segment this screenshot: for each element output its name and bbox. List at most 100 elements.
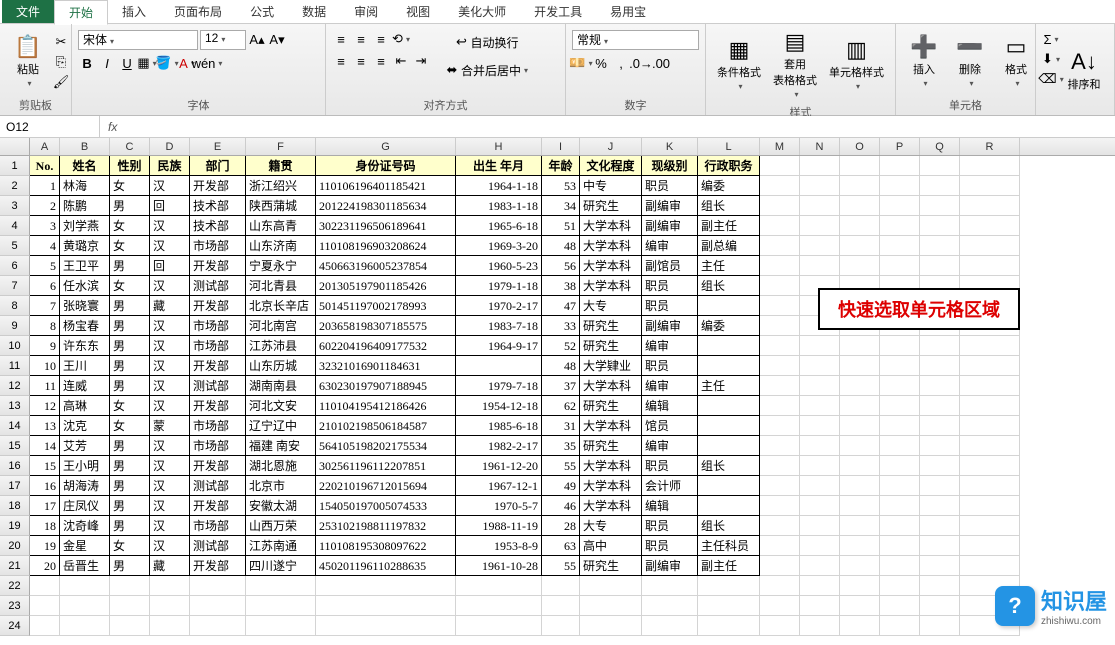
data-cell[interactable] (840, 476, 880, 496)
data-cell[interactable] (880, 456, 920, 476)
data-cell[interactable]: 四川遂宁 (246, 556, 316, 576)
data-cell[interactable] (698, 576, 760, 596)
data-cell[interactable] (920, 376, 960, 396)
data-cell[interactable]: 张晓寰 (60, 296, 110, 316)
data-cell[interactable] (800, 476, 840, 496)
merge-center-button[interactable]: ⬌合并后居中 (438, 58, 533, 82)
data-cell[interactable]: 江苏沛县 (246, 336, 316, 356)
data-cell[interactable]: 藏 (150, 556, 190, 576)
data-cell[interactable] (800, 516, 840, 536)
data-cell[interactable]: 副主任 (698, 556, 760, 576)
data-cell[interactable] (456, 356, 542, 376)
data-cell[interactable]: 测试部 (190, 476, 246, 496)
data-cell[interactable]: 主任 (698, 376, 760, 396)
data-cell[interactable] (698, 396, 760, 416)
row-header[interactable]: 10 (0, 336, 30, 356)
data-cell[interactable]: 连威 (60, 376, 110, 396)
data-cell[interactable]: 男 (110, 356, 150, 376)
data-cell[interactable]: 山东高青 (246, 216, 316, 236)
data-cell[interactable]: 男 (110, 296, 150, 316)
data-cell[interactable]: 1982-2-17 (456, 436, 542, 456)
data-cell[interactable] (920, 236, 960, 256)
name-box[interactable]: O12 (0, 116, 100, 137)
data-cell[interactable] (840, 596, 880, 616)
data-cell[interactable]: 6 (30, 276, 60, 296)
data-cell[interactable]: 编辑 (642, 496, 698, 516)
data-cell[interactable] (920, 456, 960, 476)
data-cell[interactable]: 王小明 (60, 456, 110, 476)
data-cell[interactable]: 编审 (642, 376, 698, 396)
data-cell[interactable] (110, 616, 150, 636)
align-top-button[interactable]: ≡ (332, 30, 350, 48)
row-header[interactable]: 9 (0, 316, 30, 336)
data-cell[interactable]: 2 (30, 196, 60, 216)
header-cell[interactable]: No. (30, 156, 60, 176)
data-cell[interactable]: 203658198307185575 (316, 316, 456, 336)
data-cell[interactable]: 汉 (150, 536, 190, 556)
format-painter-button[interactable]: 🖌 (52, 73, 70, 91)
cut-button[interactable]: ✂ (52, 33, 70, 51)
data-cell[interactable]: 北京市 (246, 476, 316, 496)
data-cell[interactable]: 金星 (60, 536, 110, 556)
data-cell[interactable]: 1953-8-9 (456, 536, 542, 556)
data-cell[interactable]: 副总编 (698, 236, 760, 256)
data-cell[interactable]: 福建 南安 (246, 436, 316, 456)
data-cell[interactable]: 汉 (150, 476, 190, 496)
header-cell[interactable] (880, 156, 920, 176)
data-cell[interactable] (456, 576, 542, 596)
data-cell[interactable]: 女 (110, 396, 150, 416)
data-cell[interactable]: 职员 (642, 516, 698, 536)
data-cell[interactable] (920, 436, 960, 456)
row-header[interactable]: 2 (0, 176, 30, 196)
currency-button[interactable]: 💴 (572, 54, 590, 72)
data-cell[interactable]: 5 (30, 256, 60, 276)
data-cell[interactable]: 10 (30, 356, 60, 376)
data-cell[interactable]: 110108196903208624 (316, 236, 456, 256)
data-cell[interactable]: 31 (542, 416, 580, 436)
column-header[interactable]: R (960, 138, 1020, 155)
data-cell[interactable]: 210102198506184587 (316, 416, 456, 436)
column-header[interactable]: G (316, 138, 456, 155)
format-cells-button[interactable]: ▭格式 (994, 32, 1038, 92)
data-cell[interactable]: 主任 (698, 256, 760, 276)
data-cell[interactable] (580, 616, 642, 636)
data-cell[interactable]: 1985-6-18 (456, 416, 542, 436)
data-cell[interactable]: 大学本科 (580, 256, 642, 276)
data-cell[interactable] (920, 216, 960, 236)
data-cell[interactable] (246, 596, 316, 616)
data-cell[interactable]: 藏 (150, 296, 190, 316)
insert-cells-button[interactable]: ➕插入 (902, 32, 946, 92)
data-cell[interactable] (880, 416, 920, 436)
delete-cells-button[interactable]: ➖删除 (948, 32, 992, 92)
data-cell[interactable]: 大学本科 (580, 496, 642, 516)
data-cell[interactable]: 组长 (698, 196, 760, 216)
data-cell[interactable]: 110106196401185421 (316, 176, 456, 196)
data-cell[interactable]: 汉 (150, 336, 190, 356)
data-cell[interactable]: 154050197005074533 (316, 496, 456, 516)
data-cell[interactable]: 1964-1-18 (456, 176, 542, 196)
data-cell[interactable] (800, 596, 840, 616)
data-cell[interactable]: 14 (30, 436, 60, 456)
data-cell[interactable]: 汉 (150, 376, 190, 396)
data-cell[interactable]: 1961-12-20 (456, 456, 542, 476)
decrease-indent-button[interactable]: ⇤ (392, 52, 410, 70)
data-cell[interactable] (960, 196, 1020, 216)
data-cell[interactable] (698, 336, 760, 356)
data-cell[interactable] (800, 196, 840, 216)
data-cell[interactable] (800, 176, 840, 196)
number-format-select[interactable]: 常规 (572, 30, 699, 50)
data-cell[interactable]: 副编审 (642, 216, 698, 236)
data-cell[interactable]: 大学本科 (580, 376, 642, 396)
data-cell[interactable] (542, 576, 580, 596)
data-cell[interactable]: 501451197002178993 (316, 296, 456, 316)
data-cell[interactable] (760, 496, 800, 516)
data-cell[interactable] (800, 576, 840, 596)
data-cell[interactable] (800, 356, 840, 376)
data-cell[interactable] (840, 576, 880, 596)
data-cell[interactable]: 会计师 (642, 476, 698, 496)
data-cell[interactable]: 1979-7-18 (456, 376, 542, 396)
data-cell[interactable]: 630230197907188945 (316, 376, 456, 396)
data-cell[interactable]: 大学本科 (580, 216, 642, 236)
data-cell[interactable]: 副编审 (642, 196, 698, 216)
data-cell[interactable]: 汉 (150, 396, 190, 416)
